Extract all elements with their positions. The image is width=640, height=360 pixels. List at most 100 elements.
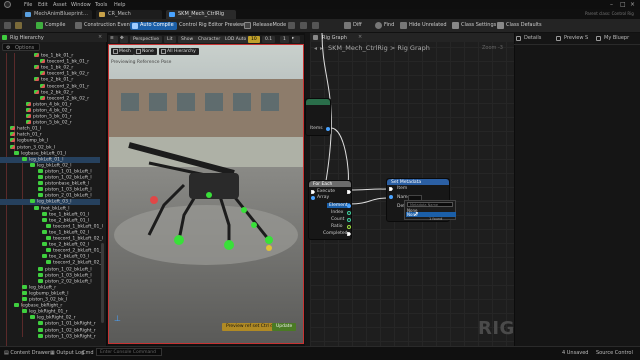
- preview-dropdown-icon[interactable]: ▾: [234, 22, 237, 30]
- release-mode-toggle[interactable]: ReleaseMode: [244, 22, 286, 30]
- hierarchy-item[interactable]: leg_bkLeft_r: [22, 284, 56, 291]
- class-settings-button[interactable]: Class Settings: [452, 22, 496, 30]
- hierarchy-item[interactable]: piston_5_bk_01_r: [26, 114, 72, 120]
- hierarchy-item[interactable]: piston_1_03_bkLeft_l: [38, 187, 92, 193]
- hierarchy-item[interactable]: toe_2_bkLeft_01_l: [42, 217, 89, 224]
- items-pin[interactable]: [326, 127, 330, 131]
- tab-mech-anim-blueprint[interactable]: MechAnimBlueprint…: [22, 10, 92, 19]
- menu-asset[interactable]: Asset: [53, 2, 67, 8]
- hierarchy-item[interactable]: piston_4_bk_02_r: [26, 107, 72, 114]
- update-button[interactable]: Update: [272, 323, 297, 331]
- for-each-node[interactable]: For Each Execute Array Element Index Cou…: [308, 180, 352, 240]
- step-icon[interactable]: [300, 22, 309, 30]
- hierarchy-item[interactable]: piston_3_02_bk_l: [10, 144, 55, 151]
- array-pin[interactable]: [311, 196, 315, 200]
- menu-window[interactable]: Window: [71, 2, 91, 8]
- exec-in-pin[interactable]: [389, 187, 393, 191]
- hierarchy-item[interactable]: piston_2_01_bkLeft_l: [38, 193, 92, 199]
- browse-icon[interactable]: [15, 22, 24, 30]
- hierarchy-item[interactable]: toe_1_bk_02_r: [34, 65, 73, 71]
- tab-cr-mech[interactable]: CR_Mech: [96, 10, 162, 19]
- rotation-snap-button[interactable]: 0.1: [262, 36, 276, 43]
- hierarchy-item[interactable]: piston_1_02_bkRight_r: [38, 327, 96, 334]
- hierarchy-item[interactable]: toecord_2_bk_01_r: [40, 83, 89, 90]
- hierarchy-node[interactable]: Items: [305, 98, 331, 136]
- close-icon[interactable]: ×: [630, 1, 635, 8]
- class-defaults-button[interactable]: Class Defaults: [497, 22, 542, 30]
- completed-pin[interactable]: [347, 232, 351, 236]
- hierarchy-scrollbar[interactable]: [101, 243, 104, 323]
- hierarchy-item[interactable]: leg_bkLeft_01_l: [0, 156, 100, 163]
- transform-icon[interactable]: ✥: [120, 36, 128, 43]
- metadata-name-dropdown[interactable]: Metadata Name None None 1 found: [404, 200, 456, 221]
- construction-event-button[interactable]: Construction Event: [75, 22, 132, 30]
- hierarchy-item[interactable]: toe_1_bk_01_r: [34, 53, 73, 59]
- hierarchy-item[interactable]: legbump_bkLeft_l: [22, 290, 69, 297]
- tab-my-blueprint[interactable]: My Bluepr: [596, 35, 629, 43]
- hierarchy-item[interactable]: toe_2_bk_02_r: [34, 89, 73, 96]
- cmd-dropdown[interactable]: Cmd: [82, 350, 94, 356]
- execute-in-pin[interactable]: [311, 190, 315, 194]
- show-button[interactable]: Show: [178, 36, 197, 43]
- camera-speed-icon[interactable]: ▸: [292, 36, 300, 43]
- hierarchy-item[interactable]: piston_1_03_bkRight_r: [38, 333, 96, 340]
- console-command-input[interactable]: Enter Console Command: [96, 348, 162, 356]
- execute-out-pin[interactable]: [347, 190, 351, 194]
- hierarchy-item[interactable]: hatch_01_l: [10, 126, 41, 132]
- character-button[interactable]: Character: [195, 36, 224, 43]
- tab-skm-mech-ctrlrig[interactable]: SKM_Mech_CtrlRig: [166, 10, 236, 19]
- count-pin[interactable]: [347, 218, 351, 222]
- viewport-frame[interactable]: [108, 44, 304, 344]
- mesh-toggle[interactable]: Mesh: [111, 48, 134, 55]
- hierarchy-item[interactable]: toe_2_bk_01_r: [34, 77, 73, 83]
- hierarchy-item[interactable]: leg_bkRight_02_r: [30, 315, 76, 321]
- hierarchy-item[interactable]: piston_1_02_bkLeft_l: [38, 175, 92, 181]
- content-drawer-button[interactable]: ▤ Content Drawer: [4, 350, 50, 356]
- all-hierarchy-toggle[interactable]: All Hierarchy: [159, 48, 199, 55]
- hierarchy-item[interactable]: hatch_01_r: [10, 132, 42, 138]
- hierarchy-item[interactable]: leg_bkLeft_03_l: [0, 199, 100, 206]
- hierarchy-item[interactable]: piston_4_bk_01_r: [26, 101, 72, 108]
- hierarchy-item[interactable]: piston_3_02_bk_l: [22, 297, 67, 303]
- hierarchy-item[interactable]: toecord_1_bkLeft_01_l: [46, 223, 103, 230]
- hierarchy-item[interactable]: toe_1_bkLeft_02_l: [42, 229, 89, 236]
- index-pin[interactable]: [347, 211, 351, 215]
- hierarchy-item[interactable]: pistonbase_bkLeft_l: [38, 181, 89, 187]
- unsaved-indicator[interactable]: 4 Unsaved: [562, 350, 588, 356]
- lit-button[interactable]: Lit: [164, 36, 176, 43]
- step-forward-icon[interactable]: [312, 22, 321, 30]
- perspective-button[interactable]: Perspective: [130, 36, 163, 43]
- hierarchy-item[interactable]: piston_1_01_bkLeft_l: [38, 168, 92, 175]
- close-tab-icon[interactable]: ×: [98, 34, 102, 40]
- menu-icon[interactable]: ≡: [110, 36, 118, 43]
- minimize-icon[interactable]: –: [610, 1, 613, 8]
- compile-button[interactable]: Compile: [36, 22, 65, 30]
- hierarchy-item[interactable]: piston_2_02_bkLeft_l: [38, 278, 92, 285]
- tab-preview-settings[interactable]: Preview S: [556, 35, 588, 43]
- none-toggle[interactable]: None: [134, 48, 157, 55]
- hierarchy-item[interactable]: foot_bkLeft_l: [34, 205, 70, 212]
- step-back-icon[interactable]: [288, 22, 297, 30]
- hierarchy-item[interactable]: toecord_2_bkLeft_02_l: [46, 260, 103, 266]
- metadata-search-input[interactable]: Metadata Name: [407, 202, 453, 207]
- ratio-pin[interactable]: [347, 225, 351, 229]
- menu-file[interactable]: File: [24, 2, 32, 8]
- hierarchy-item[interactable]: leg_bkLeft_02_l: [30, 162, 72, 169]
- hierarchy-item[interactable]: piston_1_02_bkLeft_l: [38, 266, 92, 273]
- element-pin[interactable]: [347, 204, 351, 208]
- hierarchy-item[interactable]: piston_1_01_bkRight_r: [38, 321, 96, 327]
- output-log-button[interactable]: ▦ Output Log: [50, 350, 84, 356]
- hierarchy-item[interactable]: toecord_2_bkLeft_01_l: [46, 248, 103, 254]
- unreal-logo-icon[interactable]: [4, 1, 11, 8]
- hierarchy-item[interactable]: toe_1_bkLeft_01_l: [42, 211, 89, 218]
- scale-snap-button[interactable]: 1: [280, 36, 289, 43]
- source-control-button[interactable]: Source Control: [596, 350, 633, 356]
- menu-edit[interactable]: Edit: [38, 2, 48, 8]
- menu-help[interactable]: Help: [114, 2, 125, 8]
- hierarchy-item[interactable]: legbase_bkRight_r: [14, 303, 62, 309]
- lod-button[interactable]: LOD Auto: [222, 36, 250, 43]
- snap-value-button[interactable]: 10: [248, 36, 260, 43]
- hierarchy-item[interactable]: legbase_bkLeft_01_l: [14, 150, 66, 157]
- hierarchy-item[interactable]: legbump_bk_l: [10, 138, 48, 144]
- hierarchy-item[interactable]: toecord_1_bk_02_r: [40, 71, 89, 77]
